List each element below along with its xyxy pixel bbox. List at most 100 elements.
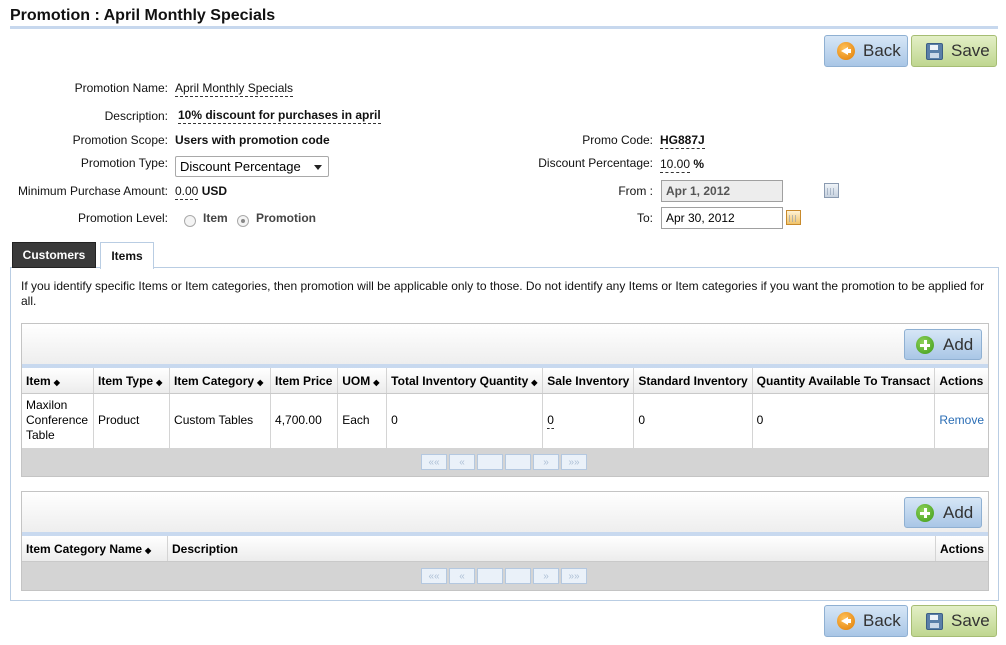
page-slot — [477, 453, 503, 470]
cell-item: Maxilon Conference Table — [22, 393, 94, 448]
plus-circle-icon — [916, 503, 934, 522]
calendar-icon — [824, 183, 839, 198]
cell-item-type: Product — [93, 393, 171, 448]
add-item-label: Add — [943, 334, 974, 354]
page-slot — [505, 453, 531, 470]
sort-icon: ◆ — [257, 377, 264, 387]
back-arrow-icon — [837, 42, 855, 60]
promotion-scope-label: Promotion Scope: — [72, 133, 168, 147]
cell-standard-inventory: 0 — [633, 393, 753, 448]
min-purchase-value[interactable]: 0.00 — [175, 184, 199, 200]
first-page-button[interactable]: «« — [421, 453, 447, 470]
calendar-icon[interactable] — [786, 210, 801, 225]
category-grid-toolbar: Add — [22, 492, 988, 536]
cell-uom: Each — [337, 393, 388, 448]
col-standard-inventory: Standard Inventory — [633, 368, 753, 394]
discount-group: 10.00 % — [660, 157, 705, 173]
sort-icon: ◆ — [373, 377, 380, 387]
title-divider — [10, 26, 998, 29]
level-promotion-radio[interactable] — [237, 215, 249, 227]
level-item-radio[interactable] — [184, 215, 196, 227]
col-category-name[interactable]: Item Category Name ◆ — [22, 536, 168, 562]
tab-customers[interactable]: Customers — [12, 242, 96, 268]
discount-unit: % — [693, 157, 705, 171]
prev-page-button[interactable]: « — [449, 568, 475, 584]
promotion-name-label: Promotion Name: — [74, 81, 168, 95]
sort-icon: ◆ — [531, 377, 538, 387]
items-header-row: Item ◆ Item Type ◆ Item Category ◆ Item Pri… — [22, 368, 988, 394]
min-purchase-label: Minimum Purchase Amount: — [17, 184, 168, 198]
col-item-type[interactable]: Item Type ◆ — [93, 368, 171, 394]
sort-icon: ◆ — [156, 377, 163, 387]
promo-code-value[interactable]: HG887J — [660, 133, 705, 149]
sort-icon: ◆ — [53, 377, 60, 387]
last-page-button[interactable]: »» — [561, 568, 587, 584]
add-category-button[interactable]: Add — [904, 497, 982, 528]
description-value[interactable]: 10% discount for purchases in april — [178, 108, 381, 124]
page-slot — [477, 568, 503, 584]
col-item-category[interactable]: Item Category ◆ — [169, 368, 272, 394]
col-item-price: Item Price — [270, 368, 339, 394]
to-date-input[interactable]: Apr 30, 2012 — [661, 207, 783, 229]
promotion-type-label: Promotion Type: — [80, 156, 168, 170]
promotion-name-value[interactable]: April Monthly Specials — [175, 81, 294, 97]
last-page-button[interactable]: »» — [561, 453, 587, 470]
cell-sale-inventory: 0 — [542, 393, 635, 448]
discount-value[interactable]: 10.00 — [660, 157, 691, 173]
table-row: Maxilon Conference Table Product Custom … — [22, 393, 988, 448]
tab-items[interactable]: Items — [100, 242, 154, 269]
promotion-type-selected: Discount Percentage — [180, 159, 301, 174]
from-label: From : — [618, 184, 653, 198]
items-grid: Add Item ◆ Item Type ◆ Item Category ◆ Item… — [21, 323, 989, 477]
promo-code-label: Promo Code: — [582, 133, 653, 147]
sort-icon: ◆ — [145, 545, 152, 555]
back-button-bottom[interactable]: Back — [824, 605, 908, 637]
items-pager: «« « » »» — [22, 447, 988, 476]
cell-item-price: 4,700.00 — [270, 393, 339, 448]
promotion-scope-value: Users with promotion code — [175, 133, 330, 147]
floppy-disk-icon — [926, 42, 943, 60]
col-item[interactable]: Item ◆ — [22, 368, 94, 394]
col-uom[interactable]: UOM ◆ — [337, 368, 388, 394]
save-button[interactable]: Save — [911, 35, 997, 67]
category-table: Item Category Name ◆ Description Actions — [22, 536, 988, 562]
first-page-button[interactable]: «« — [421, 568, 447, 584]
back-button-label: Back — [863, 41, 901, 60]
remove-link[interactable]: Remove — [939, 413, 984, 427]
save-button-label: Save — [951, 41, 990, 60]
description-label: Description: — [104, 109, 168, 123]
col-description: Description — [167, 536, 936, 562]
next-page-button[interactable]: » — [533, 453, 559, 470]
col-sale-inventory: Sale Inventory — [542, 368, 635, 394]
plus-circle-icon — [916, 335, 934, 354]
info-text: If you identify specific Items or Item c… — [21, 279, 985, 308]
col-total-inventory[interactable]: Total Inventory Quantity ◆ — [386, 368, 544, 394]
back-button[interactable]: Back — [824, 35, 908, 67]
save-button-bottom[interactable]: Save — [911, 605, 997, 637]
chevron-down-icon — [314, 165, 322, 170]
cell-total-inventory: 0 — [386, 393, 544, 448]
page-slot — [505, 568, 531, 584]
to-label: To: — [636, 211, 653, 225]
cell-actions: Remove — [935, 394, 988, 448]
promotion-type-select[interactable]: Discount Percentage — [175, 156, 329, 177]
category-header-row: Item Category Name ◆ Description Actions — [22, 536, 988, 562]
add-category-label: Add — [943, 502, 974, 522]
back-arrow-icon — [837, 612, 855, 630]
min-purchase-group: 0.00 USD — [175, 184, 227, 200]
next-page-button[interactable]: » — [533, 568, 559, 584]
promotion-level-label: Promotion Level: — [77, 211, 168, 225]
level-item-label: Item — [203, 211, 228, 225]
col-actions: Actions — [934, 368, 988, 394]
add-item-button[interactable]: Add — [904, 329, 982, 360]
col-category-actions: Actions — [935, 536, 988, 562]
prev-page-button[interactable]: « — [449, 453, 475, 470]
sale-inventory-value[interactable]: 0 — [547, 413, 554, 430]
save-button-label: Save — [951, 611, 990, 630]
page-title: Promotion : April Monthly Specials — [10, 7, 276, 24]
items-table: Item ◆ Item Type ◆ Item Category ◆ Item Pri… — [22, 368, 988, 448]
cell-qty-available: 0 — [752, 393, 936, 448]
items-grid-toolbar: Add — [22, 324, 988, 368]
back-button-label: Back — [863, 611, 901, 630]
category-grid: Add Item Category Name ◆ Description Acti… — [21, 491, 989, 591]
